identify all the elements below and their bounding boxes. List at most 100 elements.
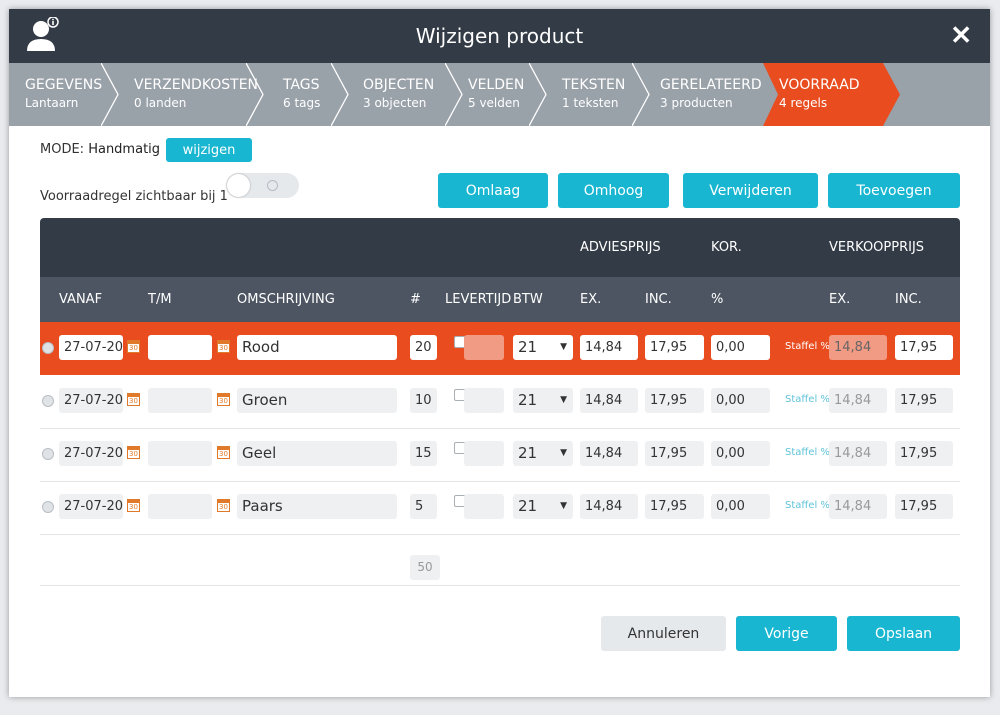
calendar-day: 30: [129, 450, 138, 458]
visibility-toggle[interactable]: [226, 173, 299, 198]
tm-date-input[interactable]: [148, 388, 212, 413]
vanaf-date-input[interactable]: 27-07-201: [59, 441, 123, 466]
verkoop-inc-input[interactable]: 17,95: [895, 335, 953, 360]
step-title: VOORRAAD: [779, 77, 860, 93]
advies-inc-input[interactable]: 17,95: [645, 388, 704, 413]
btw-select[interactable]: 21 ▼: [513, 335, 573, 360]
advies-ex-input[interactable]: 14,84: [580, 441, 638, 466]
add-button[interactable]: Toevoegen: [828, 173, 960, 208]
step-objecten[interactable]: OBJECTEN 3 objecten: [347, 63, 463, 126]
step-tags[interactable]: TAGS 6 tags: [267, 63, 349, 126]
calendar-icon[interactable]: 30: [217, 499, 230, 512]
mode-label: MODE: Handmatig: [40, 142, 160, 157]
count-input[interactable]: 15: [410, 441, 437, 466]
verkoop-ex-input: 14,84: [829, 335, 887, 360]
table-column-header: VANAF T/M OMSCHRIJVING # LEVERTIJD BTW E…: [40, 277, 960, 322]
vanaf-date-input[interactable]: 27-07-201: [59, 388, 123, 413]
advies-inc-input[interactable]: 17,95: [645, 335, 704, 360]
levertijd-input[interactable]: [464, 494, 504, 519]
step-subtitle: 3 objecten: [363, 96, 427, 110]
korting-input[interactable]: 0,00: [711, 441, 770, 466]
total-count: 50: [410, 555, 440, 580]
chevron-down-icon: ▼: [560, 342, 567, 352]
step-verzendkosten[interactable]: VERZENDKOSTEN 0 landen: [118, 63, 264, 126]
save-button[interactable]: Opslaan: [847, 616, 960, 651]
vanaf-date-input[interactable]: 27-07-201: [59, 494, 123, 519]
close-icon[interactable]: ✕: [950, 21, 972, 49]
col-count: #: [410, 292, 421, 307]
row-radio[interactable]: [42, 395, 54, 407]
korting-input[interactable]: 0,00: [711, 388, 770, 413]
korting-input[interactable]: 0,00: [711, 335, 770, 360]
step-teksten[interactable]: TEKSTEN 1 teksten: [546, 63, 650, 126]
description-input[interactable]: Paars: [237, 494, 397, 519]
row-radio[interactable]: [42, 501, 54, 513]
table-row[interactable]: 27-07-201 30 30 Geel 15 21▼ 14,84 17,95 …: [40, 428, 960, 482]
verkoop-inc-input[interactable]: 17,95: [895, 441, 953, 466]
calendar-icon[interactable]: 30: [127, 446, 140, 459]
row-radio[interactable]: [42, 448, 54, 460]
edit-product-dialog: Wijzigen product ✕ GEGEVENS Lantaarn VER…: [9, 9, 990, 697]
tm-date-input[interactable]: [148, 494, 212, 519]
count-input[interactable]: 5: [410, 494, 437, 519]
levertijd-input[interactable]: [464, 441, 504, 466]
verkoop-inc-input[interactable]: 17,95: [895, 388, 953, 413]
step-title: TAGS: [283, 77, 320, 93]
levertijd-input[interactable]: [464, 388, 504, 413]
staffel-link[interactable]: Staffel %: [785, 341, 830, 352]
calendar-icon[interactable]: 30: [127, 393, 140, 406]
btw-select[interactable]: 21 ▼: [513, 388, 573, 413]
calendar-icon[interactable]: 30: [217, 446, 230, 459]
calendar-icon[interactable]: 30: [127, 340, 140, 353]
step-subtitle: 1 teksten: [562, 96, 619, 110]
description-input[interactable]: Geel: [237, 441, 397, 466]
active-step-left-notch: [763, 63, 778, 126]
previous-button[interactable]: Vorige: [736, 616, 837, 651]
verkoop-ex-input: 14,84: [829, 494, 887, 519]
table-row[interactable]: 27-07-201 30 30 Rood 20 21▼ 14,84 17,95 …: [40, 322, 960, 375]
change-mode-button[interactable]: wijzigen: [166, 138, 252, 162]
divider: [40, 585, 960, 586]
col-advies-inc: INC.: [645, 292, 672, 307]
delete-button[interactable]: Verwijderen: [683, 173, 818, 208]
count-input[interactable]: 10: [410, 388, 437, 413]
step-subtitle: 5 velden: [468, 96, 520, 110]
tm-date-input[interactable]: [148, 335, 212, 360]
step-title: TEKSTEN: [562, 77, 626, 93]
row-radio[interactable]: [42, 342, 54, 354]
btw-value: 21: [518, 497, 538, 515]
staffel-link[interactable]: Staffel %: [785, 394, 830, 405]
group-header-kor: KOR.: [711, 240, 742, 255]
advies-inc-input[interactable]: 17,95: [645, 441, 704, 466]
advies-inc-input[interactable]: 17,95: [645, 494, 704, 519]
step-gerelateerde[interactable]: GERELATEERDE 3 producten: [644, 63, 770, 126]
advies-ex-input[interactable]: 14,84: [580, 494, 638, 519]
advies-ex-input[interactable]: 14,84: [580, 335, 638, 360]
btw-select[interactable]: 21 ▼: [513, 441, 573, 466]
btw-select[interactable]: 21 ▼: [513, 494, 573, 519]
table-row[interactable]: 27-07-201 30 30 Paars 5 21▼ 14,84 17,95 …: [40, 481, 960, 535]
vanaf-date-input[interactable]: 27-07-201: [59, 335, 123, 360]
calendar-icon[interactable]: 30: [127, 499, 140, 512]
move-up-button[interactable]: Omhoog: [558, 173, 669, 208]
staffel-link[interactable]: Staffel %: [785, 447, 830, 458]
tm-date-input[interactable]: [148, 441, 212, 466]
cancel-button[interactable]: Annuleren: [601, 616, 726, 651]
table-row[interactable]: 27-07-201 30 30 Groen 10 21 ▼ 14,84 17,95…: [40, 375, 960, 429]
advies-ex-input[interactable]: 14,84: [580, 388, 638, 413]
step-gegevens[interactable]: GEGEVENS Lantaarn: [9, 63, 119, 126]
step-voorraad[interactable]: VOORRAAD 4 regels: [763, 63, 883, 126]
step-velden[interactable]: VELDEN 5 velden: [452, 63, 547, 126]
calendar-icon[interactable]: 30: [217, 393, 230, 406]
col-omschrijving: OMSCHRIJVING: [237, 292, 335, 307]
korting-input[interactable]: 0,00: [711, 494, 770, 519]
calendar-icon[interactable]: 30: [217, 340, 230, 353]
count-input[interactable]: 20: [410, 335, 437, 360]
staffel-link[interactable]: Staffel %: [785, 500, 830, 511]
levertijd-input[interactable]: [464, 335, 504, 360]
col-levertijd: LEVERTIJD: [445, 292, 512, 307]
description-input[interactable]: Rood: [237, 335, 397, 360]
description-input[interactable]: Groen: [237, 388, 397, 413]
verkoop-inc-input[interactable]: 17,95: [895, 494, 953, 519]
move-down-button[interactable]: Omlaag: [438, 173, 548, 208]
